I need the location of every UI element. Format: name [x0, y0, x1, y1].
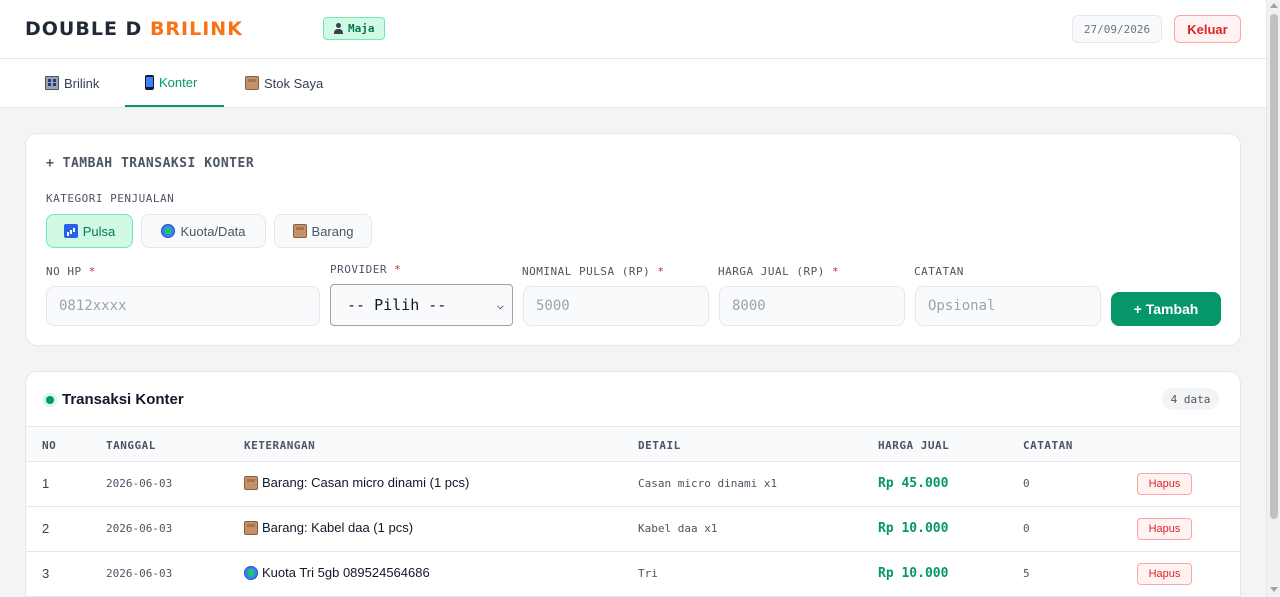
table-title: Transaksi Konter	[62, 391, 184, 408]
app-header: DOUBLE D BRILINK Maja 27/09/2026 Keluar	[0, 0, 1266, 59]
row-keterangan: Kuota Tri 5gb 089524564686	[244, 565, 430, 580]
no-hp-label: NO HP *	[46, 265, 96, 278]
row-harga-jual: Rp 45.000	[878, 476, 949, 491]
catatan-input[interactable]: Opsional	[915, 286, 1101, 326]
building-icon	[45, 76, 59, 90]
row-detail: Casan micro dinami x1	[638, 477, 778, 490]
row-tanggal: 2026-06-03	[106, 522, 173, 535]
catatan-label: CATATAN	[914, 265, 964, 278]
provider-label: PROVIDER *	[330, 263, 401, 276]
user-icon	[333, 23, 344, 34]
tab-label: Brilink	[64, 75, 100, 91]
delete-button[interactable]: Hapus	[1137, 518, 1192, 540]
table-row: 3 2026-06-03 Kuota Tri 5gb 089524564686 …	[26, 552, 1240, 597]
tab-label: Stok Saya	[264, 75, 324, 91]
harga-jual-label: HARGA JUAL (RP) *	[718, 265, 839, 278]
scrollbar-thumb[interactable]	[1270, 14, 1278, 519]
phone-icon	[145, 74, 154, 90]
user-badge: Maja	[323, 17, 385, 40]
form-title: + TAMBAH TRANSAKSI KONTER	[46, 156, 255, 171]
row-harga-jual: Rp 10.000	[878, 521, 949, 536]
column-header-keterangan: KETERANGAN	[244, 439, 316, 452]
row-tanggal: 2026-06-03	[106, 477, 173, 490]
provider-selected-value: -- Pilih --	[347, 296, 447, 314]
nominal-input[interactable]: 5000	[523, 286, 709, 326]
provider-select[interactable]: -- Pilih -- ⌵	[330, 284, 513, 326]
scroll-up-arrow-icon[interactable]	[1270, 3, 1278, 8]
row-no: 2	[42, 521, 50, 536]
row-catatan: 0	[1023, 477, 1030, 490]
row-keterangan-text: Barang: Kabel daa (1 pcs)	[262, 520, 414, 535]
tab-label: Konter	[159, 74, 198, 90]
scroll-down-arrow-icon[interactable]	[1270, 587, 1278, 592]
required-mark: *	[394, 263, 402, 276]
tab-brilink[interactable]: Brilink	[45, 59, 99, 107]
page-scrollbar[interactable]	[1266, 0, 1280, 597]
box-icon	[244, 520, 258, 535]
brand-text-primary: DOUBLE D	[25, 18, 143, 40]
row-no: 1	[42, 476, 50, 491]
row-no: 3	[42, 566, 50, 581]
table-row: 2 2026-06-03 Barang: Kabel daa (1 pcs) K…	[26, 507, 1240, 552]
user-name: Maja	[348, 22, 375, 35]
box-icon	[244, 475, 258, 490]
category-label-text: Pulsa	[82, 223, 116, 239]
globe-icon	[244, 565, 258, 580]
globe-icon	[161, 224, 176, 238]
main-tabs: Brilink Konter Stok Saya	[0, 59, 1266, 108]
table-row: 1 2026-06-03 Barang: Casan micro dinami …	[26, 462, 1240, 507]
signal-icon	[63, 224, 78, 238]
row-keterangan-text: Barang: Casan micro dinami (1 pcs)	[262, 475, 470, 490]
table-header: NO TANGGAL KETERANGAN DETAIL HARGA JUAL …	[26, 426, 1240, 462]
add-transaction-button[interactable]: + Tambah	[1111, 292, 1221, 326]
row-keterangan-text: Kuota Tri 5gb 089524564686	[262, 565, 430, 580]
row-keterangan: Barang: Kabel daa (1 pcs)	[244, 520, 413, 535]
category-label: KATEGORI PENJUALAN	[46, 192, 175, 205]
row-catatan: 5	[1023, 567, 1030, 580]
record-count-badge: 4 data	[1162, 388, 1219, 410]
status-dot-icon	[46, 396, 54, 404]
required-mark: *	[657, 265, 665, 278]
brand-text-accent: BRILINK	[149, 18, 243, 40]
current-date: 27/09/2026	[1072, 15, 1162, 43]
harga-jual-input[interactable]: 8000	[719, 286, 905, 326]
box-icon	[245, 76, 259, 90]
no-hp-input[interactable]: 0812xxxx	[46, 286, 320, 326]
delete-button[interactable]: Hapus	[1137, 473, 1192, 495]
column-header-catatan: CATATAN	[1023, 439, 1073, 452]
field-label-text: HARGA JUAL (RP)	[718, 265, 825, 278]
delete-button[interactable]: Hapus	[1137, 563, 1192, 585]
row-detail: Kabel daa x1	[638, 522, 718, 535]
row-harga-jual: Rp 10.000	[878, 566, 949, 581]
chevron-down-icon: ⌵	[496, 298, 504, 312]
row-catatan: 0	[1023, 522, 1030, 535]
field-label-text: NOMINAL PULSA (RP)	[522, 265, 651, 278]
column-header-detail: DETAIL	[638, 439, 681, 452]
category-pulsa-button[interactable]: Pulsa	[46, 214, 133, 248]
box-icon	[292, 224, 307, 238]
column-header-harga-jual: HARGA JUAL	[878, 439, 950, 452]
logout-button[interactable]: Keluar	[1174, 15, 1241, 43]
required-mark: *	[88, 265, 96, 278]
column-header-no: NO	[42, 439, 57, 452]
brand-logo: DOUBLE D BRILINK	[25, 18, 243, 40]
category-label-text: Kuota/Data	[180, 223, 246, 239]
field-label-text: PROVIDER	[330, 263, 387, 276]
tab-konter[interactable]: Konter	[125, 59, 224, 107]
tab-stok-saya[interactable]: Stok Saya	[245, 59, 323, 107]
row-tanggal: 2026-06-03	[106, 567, 173, 580]
category-kuota-button[interactable]: Kuota/Data	[141, 214, 266, 248]
row-keterangan: Barang: Casan micro dinami (1 pcs)	[244, 475, 469, 490]
nominal-label: NOMINAL PULSA (RP) *	[522, 265, 664, 278]
category-barang-button[interactable]: Barang	[274, 214, 372, 248]
required-mark: *	[831, 265, 840, 278]
column-header-tanggal: TANGGAL	[106, 439, 156, 452]
field-label-text: NO HP	[46, 265, 82, 278]
transactions-table-card: Transaksi Konter 4 data NO TANGGAL KETER…	[25, 371, 1241, 597]
add-transaction-form: + TAMBAH TRANSAKSI KONTER KATEGORI PENJU…	[25, 133, 1241, 346]
row-detail: Tri	[638, 567, 658, 580]
category-label-text: Barang	[311, 223, 354, 239]
